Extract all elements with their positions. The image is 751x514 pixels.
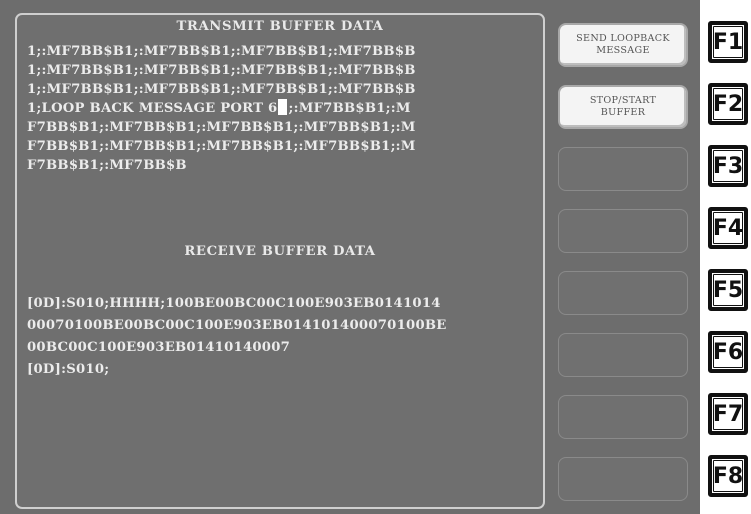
transmit-buffer-line: 1;:MF7BB$B1;:MF7BB$B1;:MF7BB$B1;:MF7BB$B (27, 44, 416, 59)
softkey-5-blank[interactable] (558, 271, 688, 315)
loopback-message-continuation: ;:MF7BB$B1;:M (288, 101, 411, 116)
loopback-message-text: 1;LOOP BACK MESSAGE PORT 6 (27, 101, 278, 116)
stop-start-buffer-softkey[interactable]: STOP/START BUFFER (558, 85, 688, 129)
softkey-label: STOP/START (589, 95, 657, 106)
transmit-buffer-line: F7BB$B1;:MF7BB$B (27, 158, 187, 173)
softkey-label: MESSAGE (596, 45, 650, 56)
softkey-4-blank[interactable] (558, 209, 688, 253)
f4-key[interactable]: F4 (708, 207, 748, 249)
softkey-7-blank[interactable] (558, 395, 688, 439)
transmit-buffer-title: TRANSMIT BUFFER DATA (176, 19, 384, 34)
softkey-label: BUFFER (600, 107, 646, 118)
f5-key[interactable]: F5 (708, 269, 748, 311)
instrument-screen: TRANSMIT BUFFER DATA 1;:MF7BB$B1;:MF7BB$… (0, 0, 700, 514)
transmit-buffer-line: 1;:MF7BB$B1;:MF7BB$B1;:MF7BB$B1;:MF7BB$B (27, 63, 416, 78)
transmit-buffer-line: F7BB$B1;:MF7BB$B1;:MF7BB$B1;:MF7BB$B1;:M (27, 139, 416, 154)
f1-key[interactable]: F1 (708, 21, 748, 63)
f7-key[interactable]: F7 (708, 393, 748, 435)
f6-key[interactable]: F6 (708, 331, 748, 373)
softkey-3-blank[interactable] (558, 147, 688, 191)
f8-key[interactable]: F8 (708, 455, 748, 497)
receive-buffer-line: 00BC00C100E903EB01410140007 (27, 340, 291, 355)
receive-buffer-title: RECEIVE BUFFER DATA (184, 244, 376, 259)
receive-buffer-line: [0D]:S010; (27, 362, 110, 377)
softkey-6-blank[interactable] (558, 333, 688, 377)
f2-key[interactable]: F2 (708, 83, 748, 125)
receive-buffer-line: 00070100BE00BC00C100E903EB01410140007010… (27, 318, 447, 333)
softkey-8-blank[interactable] (558, 457, 688, 501)
transmit-buffer-cursor-line: 1;LOOP BACK MESSAGE PORT 6 ;:MF7BB$B1;:M (27, 99, 539, 118)
transmit-buffer-line: 1;:MF7BB$B1;:MF7BB$B1;:MF7BB$B1;:MF7BB$B (27, 82, 416, 97)
text-cursor (278, 99, 288, 115)
receive-buffer-line: [0D]:S010;HHHH;100BE00BC00C100E903EB0141… (27, 296, 441, 311)
send-loopback-message-softkey[interactable]: SEND LOOPBACK MESSAGE (558, 23, 688, 67)
buffer-data-panel: TRANSMIT BUFFER DATA 1;:MF7BB$B1;:MF7BB$… (15, 13, 545, 509)
transmit-buffer-line: F7BB$B1;:MF7BB$B1;:MF7BB$B1;:MF7BB$B1;:M (27, 120, 416, 135)
f3-key[interactable]: F3 (708, 145, 748, 187)
softkey-label: SEND LOOPBACK (576, 33, 670, 44)
